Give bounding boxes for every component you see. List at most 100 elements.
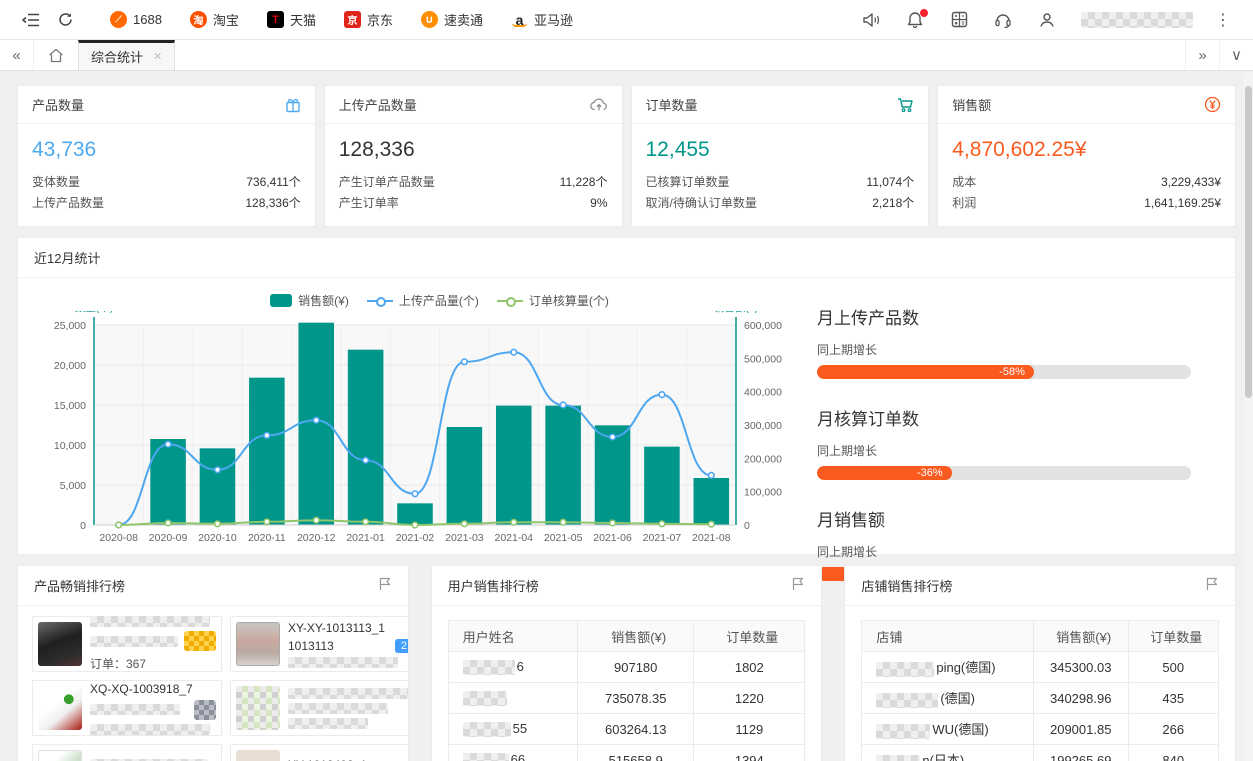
page-scrollbar[interactable] [1244, 72, 1253, 761]
card-title: 销售额 [952, 95, 991, 114]
table-row[interactable]: 55 603264.13 1129 [448, 714, 805, 745]
stat-card-orders: 订单数量 12,455 已核算订单数量11,074个 取消/待确认订单数量2,2… [631, 85, 930, 227]
legend-uploads[interactable]: 上传产品量(个) [367, 292, 479, 309]
product-thumbnail [236, 622, 280, 666]
svg-text:400,000: 400,000 [744, 387, 782, 399]
flag-icon[interactable] [1205, 577, 1219, 594]
col-sales: 销售额(¥) [578, 621, 694, 652]
platform-tab-taobao[interactable]: 淘 淘宝 [176, 0, 253, 40]
platform-tab-1688[interactable]: ⟋ 1688 [96, 0, 176, 40]
svg-text:2021-05: 2021-05 [544, 532, 583, 544]
product-card[interactable]: XY-1012408_1 [230, 744, 409, 761]
card-value: 4,870,602.25¥ [952, 138, 1221, 162]
product-code2: 1013113 [288, 639, 334, 653]
svg-text:2020-12: 2020-12 [297, 532, 336, 544]
stat-cards: 产品数量 43,736 变体数量736,411个 上传产品数量128,336个 … [17, 85, 1236, 227]
stat-card-uploaded: 上传产品数量 128,336 产生订单产品数量11,228个 产生订单率9% [324, 85, 623, 227]
platform-tab-amazon[interactable]: a 亚马逊 [497, 0, 587, 40]
headset-icon[interactable] [983, 0, 1023, 40]
legend-line-swatch [367, 300, 393, 302]
tabs-scroll-right-button[interactable]: » [1185, 40, 1219, 70]
close-icon[interactable]: ✕ [153, 50, 162, 63]
tab-label: 综合统计 [91, 47, 143, 66]
platform-tab-aliexpress[interactable]: ∪ 速卖通 [407, 0, 497, 40]
shop-ranking-table: 店铺 销售额(¥) 订单数量 ping(德国) 345300.03 500 (德… [861, 620, 1219, 761]
speaker-icon[interactable] [851, 0, 891, 40]
yen-circle-icon [1204, 96, 1221, 113]
name-suffix: WU(德国) [932, 722, 988, 737]
product-card[interactable] [230, 680, 409, 736]
username-blurred[interactable] [1081, 12, 1193, 28]
table-row[interactable]: 735078.35 1220 [448, 683, 805, 714]
orders-value: 1802 [694, 652, 805, 683]
blurred-badge [184, 631, 216, 651]
svg-text:2020-08: 2020-08 [99, 532, 138, 544]
sales-value: 603264.13 [578, 714, 694, 745]
platform-tab-jd[interactable]: 京 京东 [330, 0, 407, 40]
user-sales-ranking-panel: 用户销售排行榜 用户姓名 销售额(¥) 订单数量 6 907180 1802 [431, 565, 823, 761]
progress-fill: -36% [817, 466, 952, 480]
orders-value: 1129 [694, 714, 805, 745]
sales-value: 735078.35 [578, 683, 694, 714]
mstat-title: 月销售额 [817, 506, 1191, 531]
blurred-text [90, 616, 210, 627]
apps-icon[interactable] [939, 0, 979, 40]
scrollbar-thumb[interactable] [1245, 86, 1252, 398]
platform-tabs: ⟋ 1688 淘 淘宝 T 天猫 京 京东 ∪ 速卖通 a 亚马逊 [96, 0, 587, 40]
product-card[interactable] [32, 744, 222, 761]
product-card[interactable]: 订单：367 [32, 616, 222, 672]
flag-icon[interactable] [378, 577, 392, 594]
tabs-dropdown-button[interactable]: ∨ [1219, 40, 1253, 70]
table-row[interactable]: 6 907180 1802 [448, 652, 805, 683]
product-code: XY-1012408_1 [288, 758, 409, 761]
platform-tab-tmall[interactable]: T 天猫 [253, 0, 330, 40]
blurred-badge [194, 700, 216, 720]
more-vertical-icon[interactable]: ⋮ [1207, 10, 1239, 30]
product-code: XQ-XQ-1003918_7 [90, 682, 216, 696]
mstat-label: 同上期增长 [817, 442, 1191, 459]
table-row[interactable]: WU(德国) 209001.85 266 [862, 714, 1219, 745]
user-icon[interactable] [1027, 0, 1067, 40]
svg-text:数量(个): 数量(个) [75, 311, 114, 314]
bar-line-chart[interactable]: 05,00010,00015,00020,00025,0000100,00020… [32, 311, 807, 563]
svg-text:10,000: 10,000 [54, 440, 86, 452]
orders-value: 1394 [694, 745, 805, 761]
tabbar-right: » ∨ [1185, 40, 1253, 70]
blurred-name [876, 662, 934, 677]
kv-label: 产生订单率 [339, 193, 399, 214]
name-suffix: (德国) [940, 691, 975, 706]
month-growth-stats: 月上传产品数 同上期增长 -58% 月核算订单数 同上期增长 -36% [807, 278, 1235, 607]
legend-orders[interactable]: 订单核算量(个) [497, 292, 609, 309]
bell-icon[interactable] [895, 0, 935, 40]
stat-card-products: 产品数量 43,736 变体数量736,411个 上传产品数量128,336个 [17, 85, 316, 227]
home-icon[interactable] [34, 40, 78, 70]
progress-value: -36% [917, 467, 943, 479]
table-row[interactable]: n(日本) 199265.69 840 [862, 745, 1219, 761]
svg-text:2021-07: 2021-07 [643, 532, 682, 544]
table-row[interactable]: 66 515658.9 1394 [448, 745, 805, 761]
collapse-menu-icon[interactable] [14, 0, 48, 40]
mstat-title: 月核算订单数 [817, 405, 1191, 430]
svg-text:300,000: 300,000 [744, 420, 782, 432]
aliexpress-icon: ∪ [421, 11, 438, 28]
product-thumbnail [236, 686, 280, 730]
legend-bar-swatch [270, 294, 292, 307]
product-card[interactable]: XY-XY-1013113_1 10131132 [230, 616, 409, 672]
tabs-scroll-left-button[interactable]: « [0, 40, 34, 70]
blurred-name [463, 753, 509, 761]
progress-value: -58% [999, 366, 1025, 378]
blurred-text [90, 704, 180, 715]
svg-text:600,000: 600,000 [744, 320, 782, 332]
table-row[interactable]: (德国) 340298.96 435 [862, 683, 1219, 714]
table-row[interactable]: ping(德国) 345300.03 500 [862, 652, 1219, 683]
legend-sales[interactable]: 销售额(¥) [270, 292, 349, 309]
orders-value: 435 [1128, 683, 1219, 714]
kv-value: 128,336个 [245, 193, 300, 214]
product-card[interactable]: XQ-XQ-1003918_7 [32, 680, 222, 736]
1688-icon: ⟋ [110, 11, 127, 28]
refresh-icon[interactable] [48, 0, 82, 40]
tab-comprehensive-statistics[interactable]: 综合统计 ✕ [78, 40, 175, 70]
card-title: 产品数量 [32, 95, 84, 114]
mstat-label: 同上期增长 [817, 341, 1191, 358]
flag-icon[interactable] [791, 577, 805, 594]
